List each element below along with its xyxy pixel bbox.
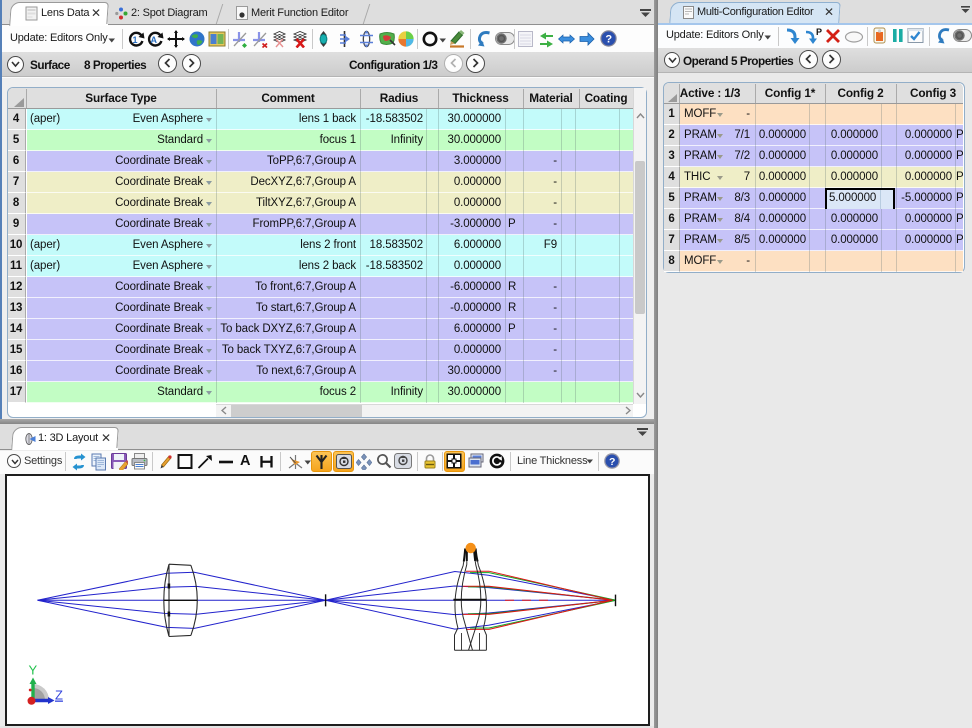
svg-text:P: P <box>816 27 822 37</box>
svg-text:1: 1 <box>133 35 138 45</box>
svg-text:A: A <box>151 35 158 45</box>
svg-text:Y: Y <box>29 663 38 678</box>
svg-text:?: ? <box>609 456 615 468</box>
svg-text:Z: Z <box>55 688 63 703</box>
svg-text:?: ? <box>605 34 612 46</box>
